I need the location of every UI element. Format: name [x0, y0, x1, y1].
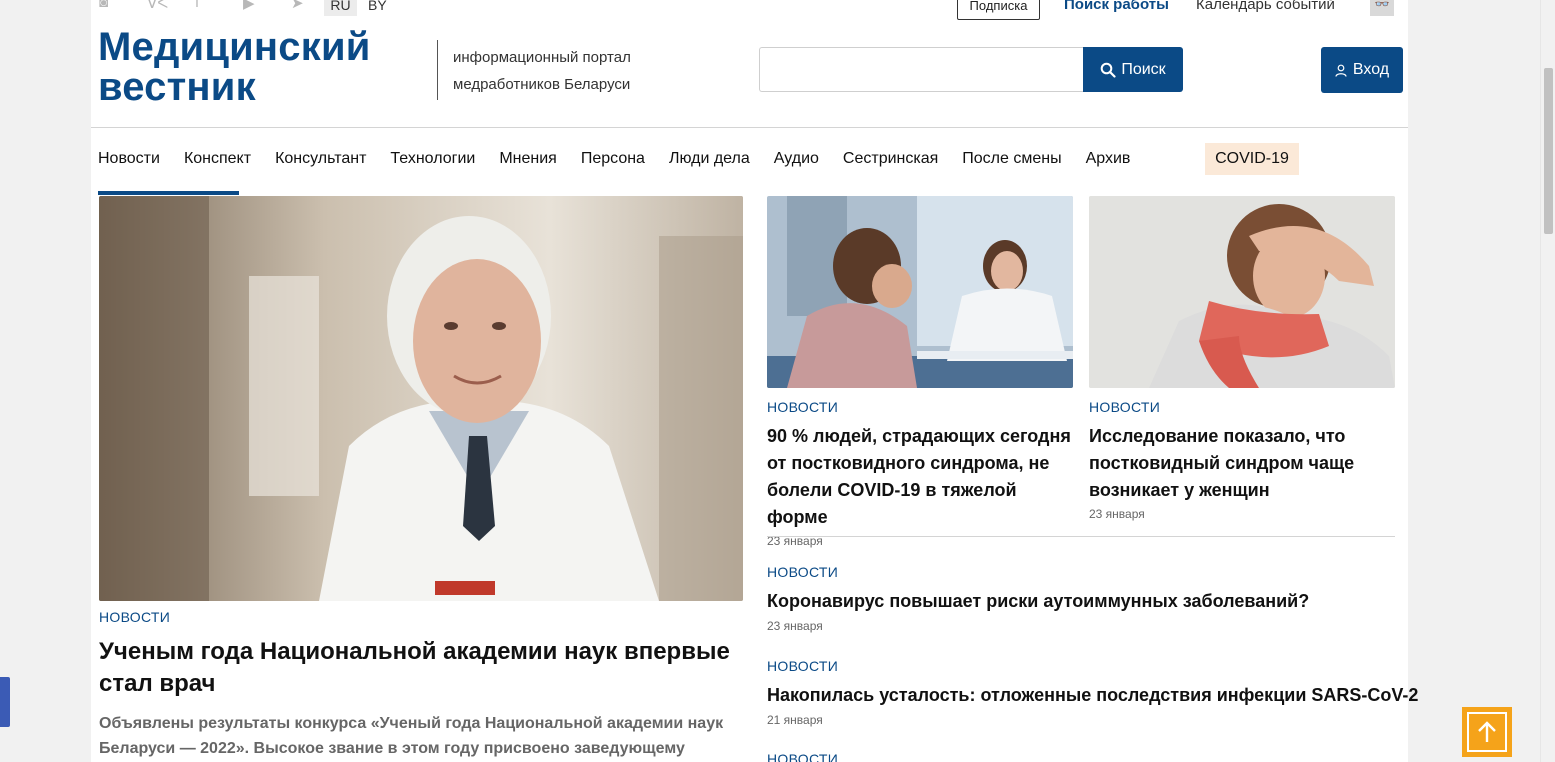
main-nav: Новости Конспект Консультант Технологии … [98, 145, 1154, 175]
list-item-date: 21 января [767, 713, 823, 727]
list-item[interactable]: НОВОСТИ Коронавирус повышает риски аутои… [767, 563, 1407, 634]
login-button[interactable]: Вход [1321, 47, 1403, 93]
feature-category[interactable]: НОВОСТИ [99, 609, 170, 625]
feature-title[interactable]: Ученым года Национальной академии наук в… [99, 636, 739, 700]
list-item-category[interactable]: НОВОСТИ [767, 750, 1407, 762]
news-card-title[interactable]: Исследование показало, что постковидный … [1089, 423, 1395, 504]
accessibility-glasses-icon[interactable]: 👓 [1370, 0, 1394, 16]
news-card-category[interactable]: НОВОСТИ [767, 398, 1073, 416]
lang-ru-button[interactable]: RU [324, 0, 357, 16]
news-card[interactable]: НОВОСТИ 90 % людей, страдающих сегодня о… [767, 196, 1073, 549]
list-item[interactable]: НОВОСТИ [767, 750, 1407, 762]
news-card-image[interactable] [767, 196, 1073, 388]
list-item-title[interactable]: Коронавирус повышает риски аутоиммунных … [767, 590, 1407, 612]
nav-item-nursing[interactable]: Сестринская [843, 145, 938, 175]
list-item-title[interactable]: Накопилась усталость: отложенные последс… [767, 684, 1418, 706]
section-separator [767, 536, 1395, 537]
search-button[interactable]: Поиск [1083, 47, 1183, 92]
nav-active-indicator [98, 191, 239, 195]
nav-item-people[interactable]: Люди дела [669, 145, 750, 175]
site-tagline: информационный портал медработников Бела… [453, 49, 631, 93]
nav-item-technologies[interactable]: Технологии [390, 145, 475, 175]
scrollbar-thumb[interactable] [1544, 68, 1553, 234]
facebook-icon[interactable]: f [195, 0, 243, 12]
subscribe-button[interactable]: Подписка [957, 0, 1040, 20]
nav-item-konspekt[interactable]: Конспект [184, 145, 251, 175]
nav-item-consultant[interactable]: Консультант [275, 145, 366, 175]
page-container: ◙ ᐯᐸ f ▶ ➤ RU BY Подписка Поиск работы К… [91, 0, 1418, 762]
lang-by-button[interactable]: BY [368, 0, 387, 14]
site-logo[interactable]: Медицинский вестник [98, 27, 398, 107]
news-card-image[interactable] [1089, 196, 1395, 388]
search-icon [1101, 62, 1116, 78]
login-button-label: Вход [1352, 61, 1390, 78]
scroll-to-top-button[interactable] [1462, 707, 1512, 757]
page-scrollbar[interactable] [1540, 0, 1555, 762]
news-card[interactable]: НОВОСТИ Исследование показало, что постк… [1089, 196, 1395, 522]
nav-item-archive[interactable]: Архив [1086, 145, 1131, 175]
nav-item-audio[interactable]: Аудио [774, 145, 819, 175]
top-utility-bar: ◙ ᐯᐸ f ▶ ➤ RU BY Подписка Поиск работы К… [91, 0, 1408, 22]
side-widget-tab[interactable] [0, 677, 10, 727]
feature-lead: Объявлены результаты конкурса «Ученый го… [99, 715, 724, 757]
list-item[interactable]: НОВОСТИ Накопилась усталость: отложенные… [767, 657, 1418, 728]
nav-item-covid[interactable]: COVID-19 [1205, 143, 1299, 175]
feature-image[interactable] [99, 196, 743, 601]
nav-item-news[interactable]: Новости [98, 145, 160, 175]
youtube-icon[interactable]: ▶ [243, 0, 291, 12]
search-button-label: Поиск [1121, 60, 1166, 78]
list-item-category[interactable]: НОВОСТИ [767, 563, 1407, 581]
search-input[interactable] [759, 47, 1084, 92]
job-search-link[interactable]: Поиск работы [1064, 0, 1169, 14]
header-divider [437, 40, 438, 100]
arrow-up-icon [1467, 712, 1507, 752]
header-separator [91, 127, 1408, 128]
news-card-category[interactable]: НОВОСТИ [1089, 398, 1395, 416]
nav-item-after-shift[interactable]: После смены [962, 145, 1061, 175]
user-icon [1335, 64, 1347, 77]
news-card-date: 23 января [1089, 507, 1145, 521]
list-item-date: 23 января [767, 619, 823, 633]
nav-item-opinions[interactable]: Мнения [499, 145, 557, 175]
instagram-icon[interactable]: ◙ [99, 0, 147, 12]
events-calendar-link[interactable]: Календарь событий [1196, 0, 1335, 14]
vk-icon[interactable]: ᐯᐸ [147, 0, 195, 12]
news-card-title[interactable]: 90 % людей, страдающих сегодня от постко… [767, 423, 1073, 531]
list-item-category[interactable]: НОВОСТИ [767, 657, 1407, 675]
social-links: ◙ ᐯᐸ f ▶ ➤ [99, 0, 339, 12]
nav-item-persona[interactable]: Персона [581, 145, 645, 175]
